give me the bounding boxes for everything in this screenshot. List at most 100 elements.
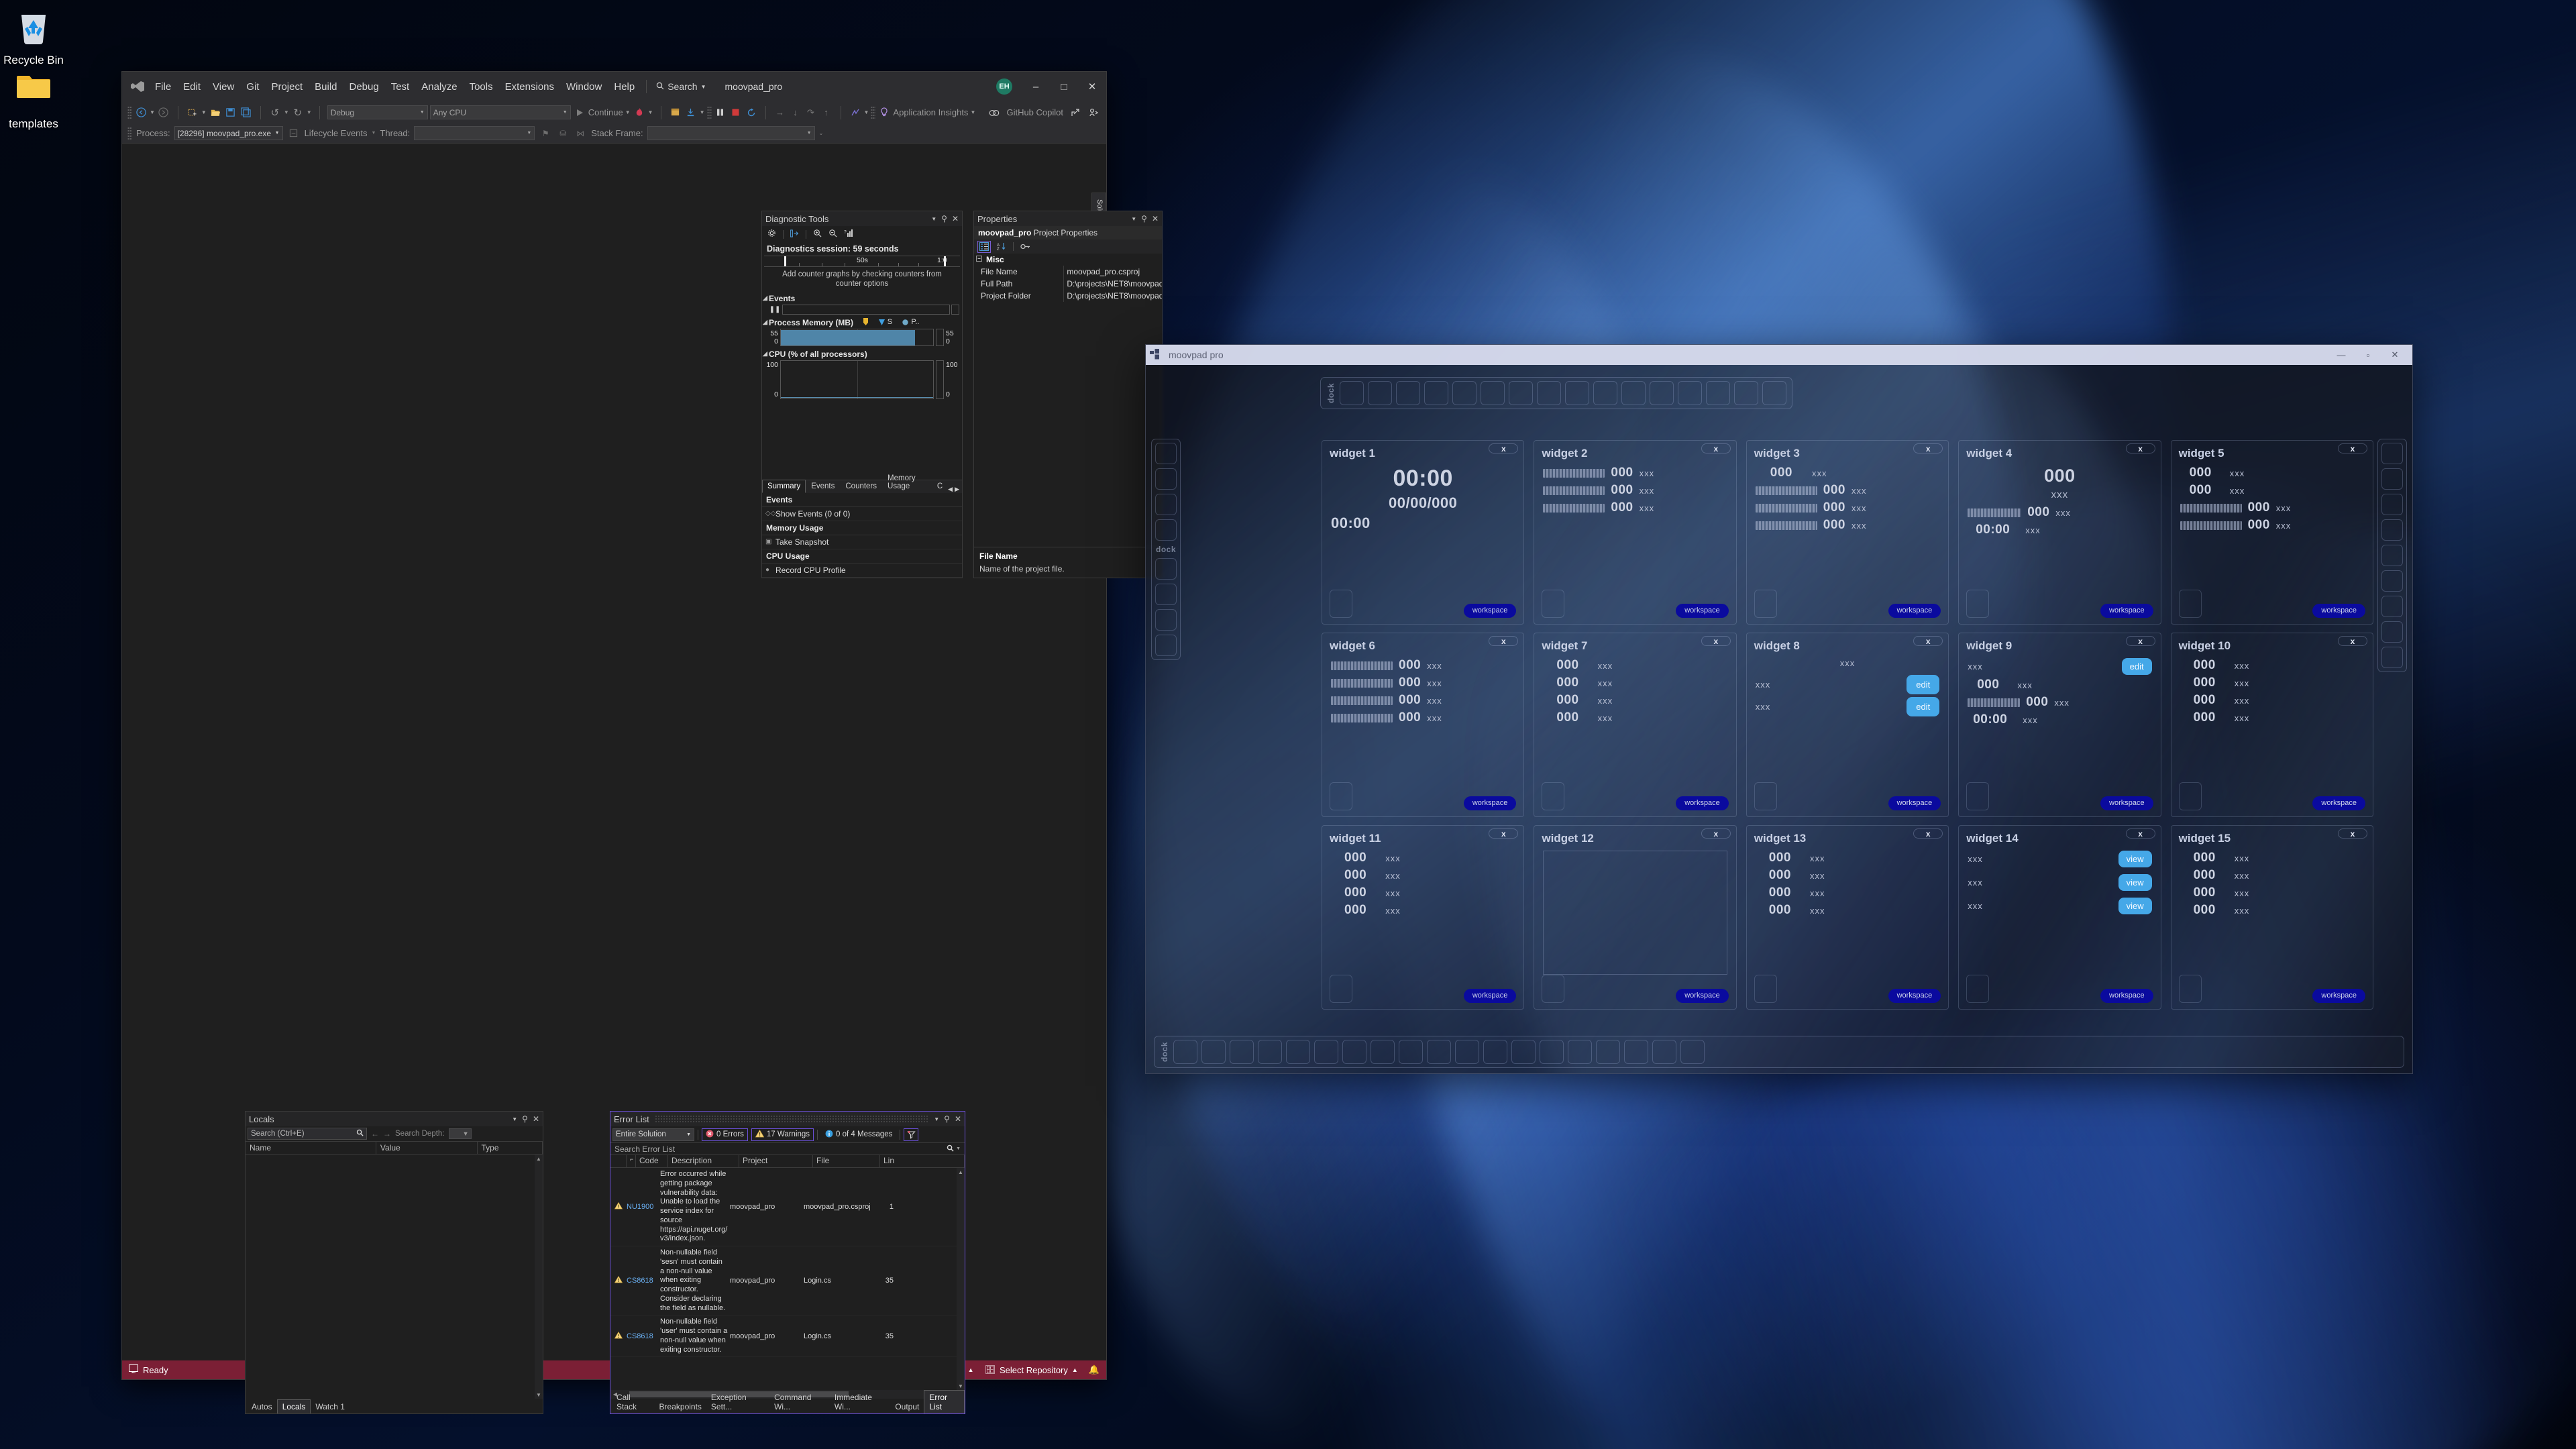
pin-icon[interactable]: ⚲ [941, 214, 947, 223]
pin-icon[interactable]: ⚲ [1141, 214, 1147, 223]
restart-icon[interactable] [745, 106, 758, 119]
search-icon[interactable] [356, 1129, 364, 1138]
workspace-button[interactable]: workspace [2100, 604, 2153, 618]
error-scope-select[interactable]: Entire Solution ▼ [612, 1128, 694, 1141]
notifications-icon[interactable]: 🔔 [1089, 1364, 1099, 1375]
github-copilot-button[interactable]: GitHub Copilot [1006, 107, 1063, 117]
menu-extensions[interactable]: Extensions [499, 78, 560, 96]
widget-5[interactable]: x widget 5 000 xxx 000 xxx 000 xxx 000 xxx w… [2170, 440, 2373, 625]
maximize-button[interactable]: □ [1050, 72, 1078, 101]
widget-pad[interactable] [1542, 975, 1565, 1003]
dock-slot[interactable] [2381, 519, 2403, 541]
widget-9[interactable]: x widget 9 xxx edit 000 xxx 000 xxx 00:00 x… [1958, 633, 2161, 817]
tab-cpu-usage[interactable]: C [932, 480, 948, 493]
pause-icon[interactable] [714, 106, 727, 119]
dock-slot[interactable] [2381, 443, 2403, 464]
column-value[interactable]: Value [376, 1142, 478, 1154]
widget-pad[interactable] [2178, 782, 2202, 810]
widget-2[interactable]: x widget 2 000 xxx 000 xxx 000 xxx workspac… [1534, 440, 1737, 625]
properties-panel[interactable]: Properties ▼ ⚲ ✕ moovpad_pro Project Pro… [973, 211, 1163, 578]
dock-slot[interactable] [1371, 1040, 1395, 1064]
menu-tools[interactable]: Tools [464, 78, 499, 96]
dock-slot[interactable] [1593, 381, 1617, 405]
dock-top[interactable]: dock [1320, 377, 1792, 409]
workspace-button[interactable]: workspace [1888, 796, 1941, 810]
widget-6[interactable]: x widget 6 000 xxx 000 xxx 000 xxx 000 xxx w… [1322, 633, 1525, 817]
copilot-icon[interactable] [987, 106, 1001, 119]
property-pages-icon[interactable] [1019, 241, 1031, 252]
diagnostics-tab-strip[interactable]: Summary Events Counters Memory Usage C ◀… [762, 474, 962, 493]
scroll-down-icon[interactable]: ▼ [957, 1382, 965, 1390]
menu-debug[interactable]: Debug [343, 78, 385, 96]
zoom-in-icon[interactable] [813, 229, 822, 240]
close-icon[interactable]: ✕ [955, 1114, 961, 1124]
pin-icon[interactable]: ⚲ [522, 1114, 528, 1124]
redo-icon[interactable]: ↻ [291, 106, 305, 119]
thread-select[interactable]: ▼ [414, 126, 535, 140]
search-next-icon[interactable]: → [383, 1129, 391, 1138]
edit-button[interactable]: edit [2121, 658, 2152, 675]
continue-dropdown-icon[interactable]: ▼ [625, 109, 631, 115]
workspace-button[interactable]: workspace [1463, 604, 1517, 618]
property-row-project-folder[interactable]: Project Folder D:\projects\NET8\moovpad_… [974, 290, 1162, 302]
widget-close-button[interactable]: x [1489, 443, 1519, 453]
dock-slot[interactable] [1596, 1040, 1620, 1064]
menu-edit[interactable]: Edit [177, 78, 207, 96]
dock-slot[interactable] [1452, 381, 1477, 405]
workspace-button[interactable]: workspace [2100, 796, 2153, 810]
live-share-icon[interactable] [1087, 106, 1101, 119]
widget-pad[interactable] [1754, 782, 1777, 810]
tab-summary[interactable]: Summary [762, 480, 806, 493]
expander-icon[interactable]: ◢ [763, 319, 767, 326]
toolbar-grip-2[interactable] [706, 105, 712, 119]
widget-pad[interactable] [1330, 782, 1352, 810]
dock-slot[interactable] [1624, 1040, 1648, 1064]
dock-slot[interactable] [1155, 443, 1177, 464]
close-icon[interactable]: ✕ [533, 1114, 539, 1124]
dock-slot[interactable] [2381, 545, 2403, 566]
step-dropdown-icon[interactable]: ▼ [700, 109, 705, 115]
dock-slot[interactable] [1706, 381, 1730, 405]
dock-slot[interactable] [1680, 1040, 1705, 1064]
back-dropdown-icon[interactable]: ▼ [150, 109, 155, 115]
widget-close-button[interactable]: x [2125, 636, 2155, 646]
step-into-icon[interactable] [684, 106, 698, 119]
workspace-button[interactable]: workspace [2312, 989, 2365, 1003]
dock-slot[interactable] [1286, 1040, 1310, 1064]
app-insights-dropdown-icon[interactable]: ▼ [970, 109, 975, 115]
widget-12[interactable]: x widget 12 workspace [1534, 825, 1737, 1010]
menu-build[interactable]: Build [309, 78, 343, 96]
dock-slot[interactable] [1509, 381, 1533, 405]
scroll-up-icon[interactable]: ▲ [535, 1155, 543, 1163]
warnings-toggle[interactable]: 17 Warnings [751, 1128, 814, 1141]
widget-15[interactable]: x widget 15 000 xxx 000 xxx 000 xxx 000 xxx … [2170, 825, 2373, 1010]
menu-analyze[interactable]: Analyze [415, 78, 463, 96]
locals-tab-strip[interactable]: Autos Locals Watch 1 [246, 1399, 543, 1413]
share-icon[interactable] [1069, 106, 1082, 119]
dock-slot[interactable] [1483, 1040, 1507, 1064]
widget-3[interactable]: x widget 3 000 xxx 000 xxx 000 xxx 000 xxx w… [1746, 440, 1949, 625]
navigate-back-icon[interactable] [134, 106, 148, 119]
save-all-icon[interactable] [239, 106, 253, 119]
search-depth-select[interactable]: ▼ [448, 1128, 472, 1139]
edit-button[interactable]: edit [1907, 697, 1940, 716]
widget-pad[interactable] [1542, 782, 1565, 810]
moovpad-pro-window[interactable]: moovpad pro — ▫ ✕ dock dock x widget 1 0… [1145, 344, 2413, 1074]
debug-toolbar-grip[interactable] [127, 126, 132, 140]
tab-autos[interactable]: Autos [247, 1400, 277, 1413]
pause-events-icon[interactable]: ❚❚ [769, 306, 781, 313]
toolbar-grip[interactable] [127, 105, 132, 119]
widget-pad[interactable] [2178, 975, 2202, 1003]
undo-dropdown-icon[interactable]: ▼ [284, 109, 289, 115]
pin-icon[interactable]: ⚲ [944, 1114, 950, 1124]
intellitrace-dropdown-icon[interactable]: ▼ [864, 109, 869, 115]
widget-close-button[interactable]: x [1489, 828, 1519, 839]
widget-8[interactable]: x widget 8 xxx xxx edit xxx edit workspa… [1746, 633, 1949, 817]
workspace-button[interactable]: workspace [2100, 989, 2153, 1003]
widget-11[interactable]: x widget 11 000 xxx 000 xxx 000 xxx 000 xxx … [1322, 825, 1525, 1010]
menu-view[interactable]: View [207, 78, 240, 96]
panel-dropdown-icon[interactable]: ▼ [931, 216, 936, 222]
dock-slot[interactable] [1540, 1040, 1564, 1064]
continue-button[interactable]: Continue [588, 107, 623, 117]
dock-slot[interactable] [1155, 494, 1177, 515]
